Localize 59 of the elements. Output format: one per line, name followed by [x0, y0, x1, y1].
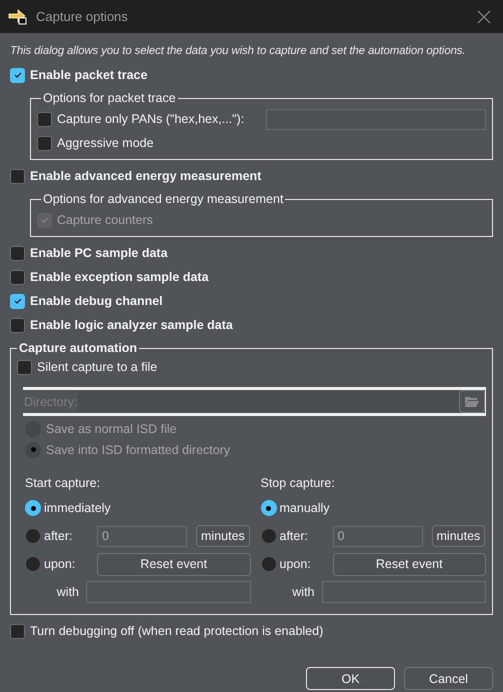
checkbox[interactable] — [10, 624, 25, 638]
field-label: with — [291, 585, 316, 599]
radio-label[interactable]: after: — [280, 529, 330, 543]
checkbox[interactable] — [10, 68, 25, 82]
arrow-icon — [8, 8, 28, 24]
checkbox-label[interactable]: Enable logic analyzer sample data — [30, 318, 233, 332]
group-title: Options for advanced energy measurement — [42, 192, 284, 206]
checkbox-label[interactable]: Aggressive mode — [57, 136, 154, 150]
cancel-button[interactable]: Cancel — [404, 667, 493, 690]
window-title: Capture options — [36, 9, 129, 24]
close-icon[interactable] — [477, 10, 491, 24]
checkbox[interactable] — [37, 112, 52, 126]
radio-button[interactable] — [260, 528, 276, 544]
radio-label[interactable]: immediately — [44, 501, 111, 515]
radio-button[interactable] — [260, 500, 276, 516]
radio-label[interactable]: manually — [280, 501, 330, 515]
radio-button[interactable] — [25, 528, 41, 544]
input-field[interactable] — [266, 108, 486, 130]
radio-label[interactable]: upon: — [44, 557, 94, 571]
radio-button[interactable] — [260, 556, 276, 572]
checkbox[interactable] — [37, 136, 52, 150]
unit-button[interactable]: minutes — [432, 525, 486, 547]
checkbox-label[interactable]: Capture only PANs ("hex,hex,..."): — [57, 112, 244, 126]
radio-label[interactable]: after: — [44, 529, 94, 543]
field-label: with — [56, 585, 80, 599]
check-icon — [40, 215, 50, 225]
checkbox-label[interactable]: Enable packet trace — [30, 68, 148, 82]
group-title: Capture automation — [18, 341, 138, 355]
event-button[interactable]: Reset event — [97, 552, 250, 576]
check-icon — [12, 70, 22, 80]
checkbox-label[interactable]: Silent capture to a file — [37, 360, 158, 374]
ok-button[interactable]: OK — [306, 667, 395, 690]
radio-button[interactable] — [25, 442, 41, 458]
section-label: Stop capture: — [260, 476, 336, 492]
checkbox-label[interactable]: Enable exception sample data — [30, 270, 209, 284]
checkbox[interactable] — [10, 294, 25, 308]
radio-button[interactable] — [25, 500, 41, 516]
checkbox[interactable] — [10, 168, 25, 184]
section-label: Start capture: — [25, 476, 102, 492]
directory-field[interactable] — [78, 391, 459, 412]
checkbox[interactable] — [10, 270, 25, 284]
checkbox-label[interactable]: Enable advanced energy measurement — [30, 169, 262, 183]
checkbox-label[interactable]: Enable PC sample data — [30, 246, 168, 260]
radio-label[interactable]: upon: — [280, 557, 330, 571]
radio-button[interactable] — [25, 556, 41, 572]
checkbox-label[interactable]: Enable debug channel — [30, 294, 163, 308]
folder-icon — [465, 396, 479, 407]
checkbox[interactable] — [17, 360, 32, 374]
input-field[interactable] — [86, 581, 250, 603]
input-field[interactable] — [322, 581, 486, 603]
check-icon — [12, 296, 22, 306]
checkbox-label[interactable]: Turn debugging off (when read protection is enabled) — [30, 624, 324, 638]
group-title: Options for packet trace — [42, 91, 177, 105]
event-button[interactable]: Reset event — [332, 552, 486, 576]
unit-button[interactable]: minutes — [196, 525, 250, 547]
intro-text: This dialog allows you to select the data you wish to capture and set the automation options. — [10, 44, 466, 59]
checkbox[interactable] — [10, 246, 25, 260]
browse-button[interactable] — [459, 390, 485, 413]
checkbox[interactable] — [10, 318, 25, 332]
